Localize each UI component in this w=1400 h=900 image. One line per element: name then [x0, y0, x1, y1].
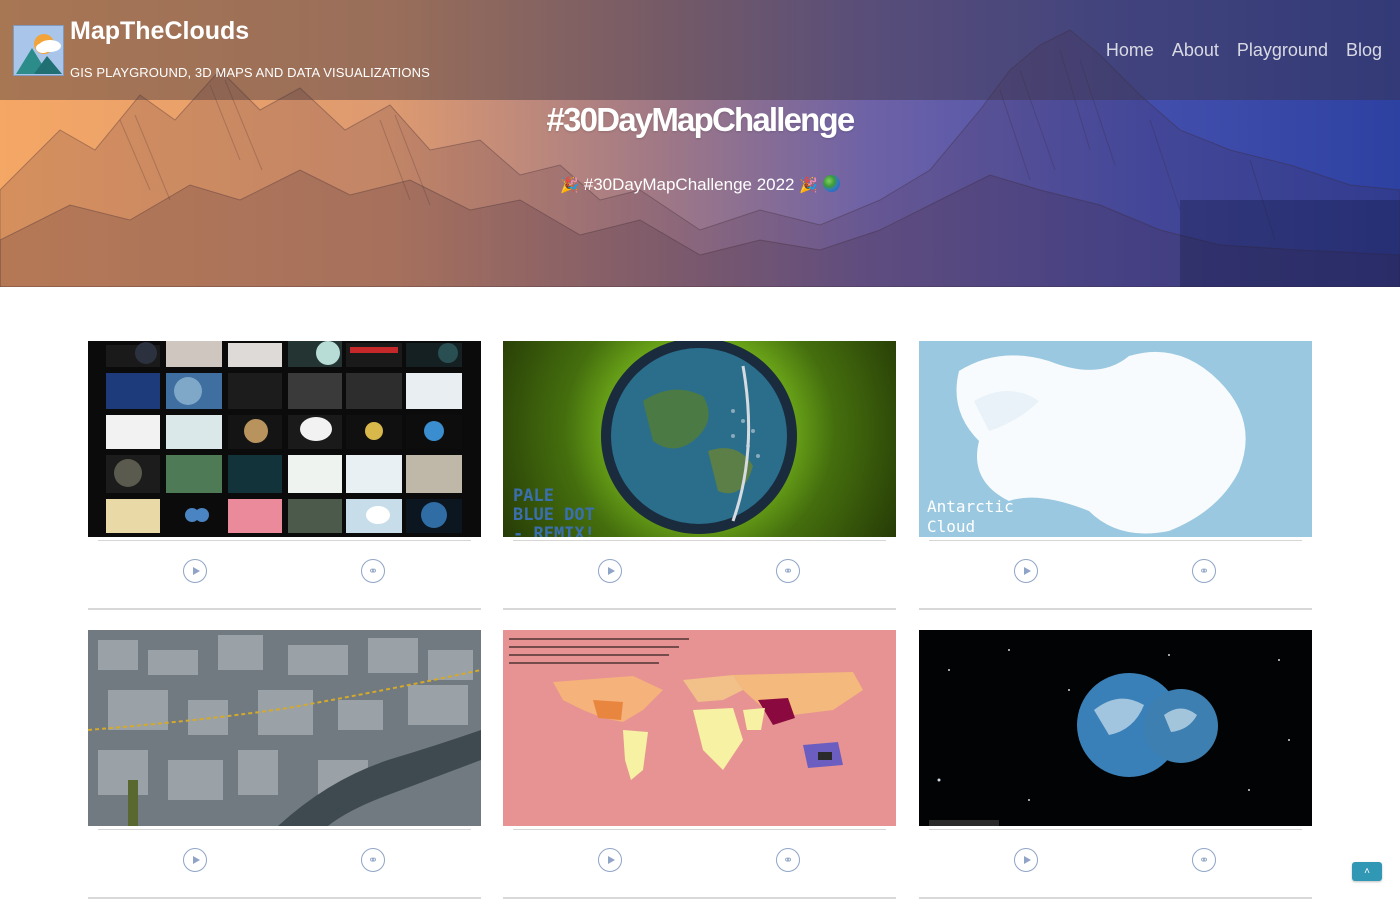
card-divider — [929, 829, 1302, 830]
site-logo[interactable] — [13, 25, 64, 76]
project-card: ⚭ — [919, 630, 1312, 899]
play-button[interactable] — [1014, 848, 1038, 872]
link-icon: ⚭ — [1198, 853, 1210, 867]
link-icon: ⚭ — [367, 564, 379, 578]
play-button[interactable] — [598, 848, 622, 872]
play-button[interactable] — [1014, 559, 1038, 583]
project-card: PALE BLUE DOT - REMIX! ⚭ — [503, 341, 896, 610]
back-to-top-button[interactable]: ˄ — [1352, 862, 1382, 881]
subtitle-text: #30DayMapChallenge 2022 — [583, 175, 795, 194]
play-icon — [1023, 856, 1031, 864]
globe-icon — [822, 175, 840, 192]
party-popper-icon: 🎉 — [560, 177, 580, 194]
project-card: ⚭ — [88, 630, 481, 899]
card-thumbnail[interactable] — [919, 630, 1312, 826]
card-divider — [513, 540, 886, 541]
site-title[interactable]: MapTheClouds — [70, 17, 249, 46]
card-divider — [98, 540, 471, 541]
nav-playground[interactable]: Playground — [1237, 40, 1328, 61]
play-button[interactable] — [183, 848, 207, 872]
link-button[interactable]: ⚭ — [776, 559, 800, 583]
project-card: ⚭ — [88, 341, 481, 610]
project-card: ⚭ — [503, 630, 896, 899]
link-button[interactable]: ⚭ — [1192, 848, 1216, 872]
logo-icon — [16, 34, 62, 74]
3d-city-image — [88, 630, 481, 826]
thumbnail-caption: Antarctic Cloud — [927, 497, 1014, 536]
link-icon: ⚭ — [367, 853, 379, 867]
party-popper-icon: 🎉 — [799, 177, 818, 194]
page-title: #30DayMapChallenge — [546, 101, 856, 138]
link-button[interactable]: ⚭ — [361, 559, 385, 583]
project-card: Antarctic Cloud ⚭ — [919, 341, 1312, 610]
link-icon: ⚭ — [1198, 564, 1210, 578]
play-icon — [192, 567, 200, 575]
twin-earths-image — [929, 649, 1290, 826]
map-grid-collage-image — [106, 341, 462, 533]
nav-blog[interactable]: Blog — [1346, 40, 1382, 61]
card-thumbnail[interactable]: PALE BLUE DOT - REMIX! — [503, 341, 896, 537]
site-tagline: GIS PLAYGROUND, 3D MAPS AND DATA VISUALI… — [70, 65, 430, 80]
navbar: MapTheClouds GIS PLAYGROUND, 3D MAPS AND… — [0, 0, 1400, 100]
link-icon: ⚭ — [782, 564, 794, 578]
link-button[interactable]: ⚭ — [776, 848, 800, 872]
play-button[interactable] — [598, 559, 622, 583]
card-divider — [513, 829, 886, 830]
page-subtitle: 🎉 #30DayMapChallenge 2022 🎉 — [0, 175, 1400, 195]
link-icon: ⚭ — [782, 853, 794, 867]
play-icon — [607, 567, 615, 575]
hero-banner: MapTheClouds GIS PLAYGROUND, 3D MAPS AND… — [0, 0, 1400, 287]
card-thumbnail[interactable] — [503, 630, 896, 826]
card-divider — [98, 829, 471, 830]
nav-home[interactable]: Home — [1106, 40, 1154, 61]
link-button[interactable]: ⚭ — [1192, 559, 1216, 583]
card-thumbnail[interactable] — [88, 630, 481, 826]
card-thumbnail[interactable] — [88, 341, 481, 537]
play-icon — [607, 856, 615, 864]
link-button[interactable]: ⚭ — [361, 848, 385, 872]
card-divider — [929, 540, 1302, 541]
play-icon — [1023, 567, 1031, 575]
thumbnail-caption: PALE BLUE DOT - REMIX! — [513, 486, 595, 538]
energy-world-map-image — [509, 638, 863, 780]
play-icon — [192, 856, 200, 864]
nav-about[interactable]: About — [1172, 40, 1219, 61]
card-thumbnail[interactable]: Antarctic Cloud — [919, 341, 1312, 537]
play-button[interactable] — [183, 559, 207, 583]
main-nav: Home About Playground Blog — [1106, 40, 1382, 61]
